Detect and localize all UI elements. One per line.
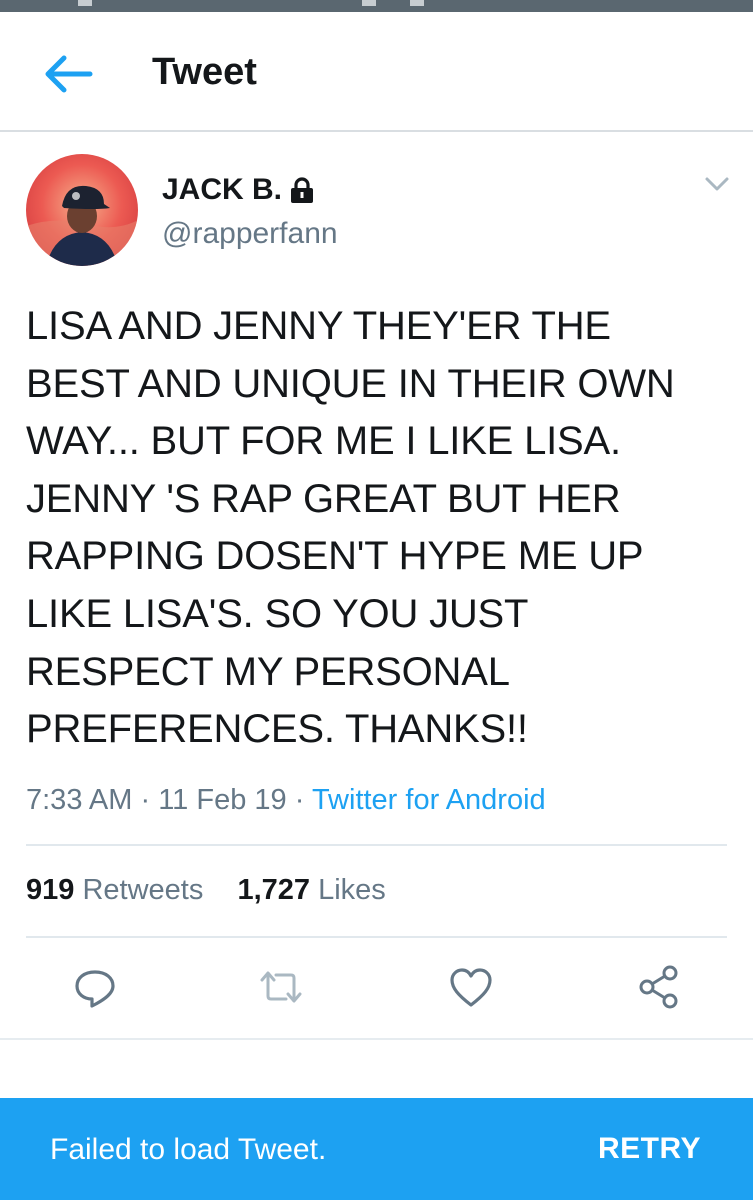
retry-button[interactable]: RETRY [598, 1129, 701, 1169]
top-app-bar: Tweet [0, 12, 753, 132]
status-bar-icon [78, 0, 92, 6]
snackbar-message: Failed to load Tweet. [50, 1133, 327, 1166]
author-name[interactable]: JACK B. [162, 170, 282, 210]
like-label: Likes [318, 874, 386, 906]
tweet-stats: 919 Retweets 1,727 Likes [26, 870, 386, 910]
page-title: Tweet [152, 51, 257, 93]
meta-separator: · [140, 784, 151, 816]
divider [0, 1038, 753, 1040]
meta-separator: · [294, 784, 305, 816]
retweet-label: Retweets [82, 874, 204, 906]
status-bar [0, 0, 753, 12]
avatar-image [26, 154, 138, 266]
retweet-count: 919 [26, 874, 75, 906]
divider [26, 936, 727, 938]
reply-icon[interactable] [70, 962, 120, 1012]
tweet-text: LISA AND JENNY THEY'ER THE BEST AND UNIQ… [26, 304, 675, 752]
status-bar-icon [362, 0, 376, 6]
retweets-stat[interactable]: 919 Retweets [26, 874, 203, 906]
tweet-client-link[interactable]: Twitter for Android [312, 784, 546, 816]
lock-icon [291, 177, 313, 203]
chevron-down-icon[interactable] [704, 174, 730, 194]
divider [26, 844, 727, 846]
status-bar-icon [410, 0, 424, 6]
likes-stat[interactable]: 1,727 Likes [237, 874, 385, 906]
author-handle[interactable]: @rapperfann [162, 214, 338, 254]
error-snackbar: Failed to load Tweet. RETRY [0, 1098, 753, 1200]
tweet-meta: 7:33 AM · 11 Feb 19 · Twitter for Androi… [26, 780, 546, 820]
share-icon[interactable] [634, 962, 684, 1012]
avatar[interactable] [26, 154, 138, 266]
arrow-left-icon[interactable] [40, 52, 94, 96]
tweet-time: 7:33 AM [26, 784, 133, 816]
retweet-icon[interactable] [256, 962, 306, 1012]
tweet-date: 11 Feb 19 [158, 784, 287, 816]
like-icon[interactable] [446, 962, 496, 1012]
like-count: 1,727 [237, 874, 311, 906]
